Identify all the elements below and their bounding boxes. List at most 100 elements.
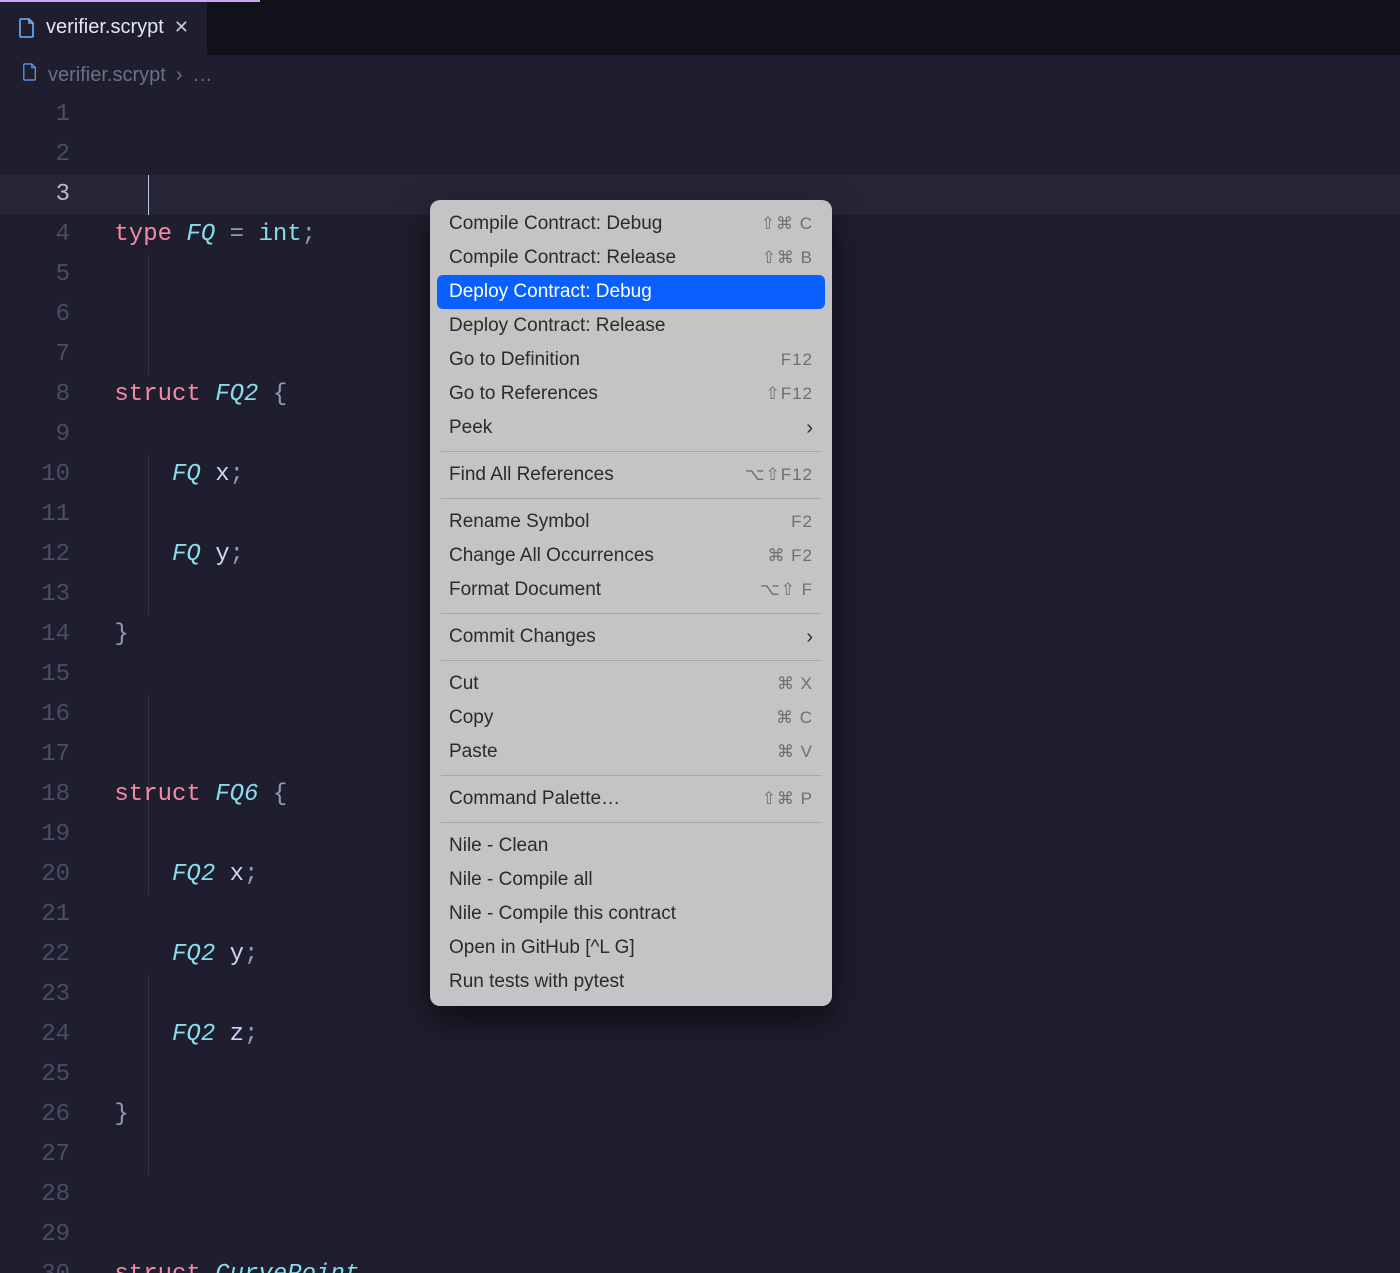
ctx-shortcut: F2	[791, 512, 813, 532]
ctx-format-document[interactable]: Format Document ⌥⇧ F	[437, 573, 825, 607]
keyword: struct	[114, 381, 200, 408]
tab-bar: verifier.scrypt ✕	[0, 0, 1400, 55]
ctx-label: Peek	[449, 417, 492, 439]
ctx-label: Commit Changes	[449, 626, 596, 648]
ctx-compile-contract-debug[interactable]: Compile Contract: Debug ⇧⌘ C	[437, 207, 825, 241]
field: x	[230, 861, 244, 888]
brace: {	[273, 781, 287, 808]
ctx-separator	[441, 498, 821, 499]
ctx-separator	[441, 613, 821, 614]
close-icon[interactable]: ✕	[174, 17, 189, 38]
ctx-label: Open in GitHub [^L G]	[449, 937, 635, 959]
punct: ;	[244, 861, 258, 888]
ctx-copy[interactable]: Copy⌘ C	[437, 701, 825, 735]
type: FQ2	[172, 941, 215, 968]
file-icon	[22, 63, 38, 87]
cursor	[148, 175, 149, 215]
ctx-label: Compile Contract: Release	[449, 247, 676, 269]
type: FQ2	[172, 1021, 215, 1048]
ctx-shortcut: ⌘ V	[777, 742, 813, 762]
ctx-label: Go to References	[449, 383, 598, 405]
type: FQ2	[215, 381, 258, 408]
indent-guide	[148, 455, 149, 615]
punct: ;	[230, 461, 244, 488]
type: FQ	[186, 221, 215, 248]
tab-verifier[interactable]: verifier.scrypt ✕	[0, 0, 207, 55]
indent-guide	[148, 255, 149, 375]
ctx-label: Paste	[449, 741, 498, 763]
ctx-shortcut: ⇧⌘ P	[762, 789, 813, 809]
ctx-go-to-definition[interactable]: Go to Definition F12	[437, 343, 825, 377]
ctx-shortcut: ⌥⇧ F	[760, 580, 813, 600]
breadcrumb-filename: verifier.scrypt	[48, 64, 166, 87]
type: FQ2	[172, 861, 215, 888]
ctx-deploy-contract-debug[interactable]: Deploy Contract: Debug	[437, 275, 825, 309]
ctx-nile-clean[interactable]: Nile - Clean	[437, 829, 825, 863]
ctx-separator	[441, 660, 821, 661]
ctx-shortcut: ⌘ F2	[767, 546, 813, 566]
type: FQ	[172, 461, 201, 488]
ctx-shortcut: ⇧F12	[765, 384, 813, 404]
ctx-separator	[441, 775, 821, 776]
type: FQ6	[215, 781, 258, 808]
ctx-commit-changes[interactable]: Commit Changes ›	[437, 620, 825, 654]
breadcrumb-rest: …	[192, 64, 212, 87]
brace: }	[114, 1101, 128, 1128]
keyword: struct	[114, 781, 200, 808]
ctx-label: Nile - Compile all	[449, 869, 593, 891]
punct: =	[230, 221, 244, 248]
punct: ;	[244, 1021, 258, 1048]
ctx-shortcut: ⇧⌘ B	[762, 248, 813, 268]
ctx-shortcut: ⌘ X	[777, 674, 813, 694]
ctx-label: Deploy Contract: Debug	[449, 281, 652, 303]
ctx-nile-compile-this-contract[interactable]: Nile - Compile this contract	[437, 897, 825, 931]
type: FQ	[172, 541, 201, 568]
indent-guide	[148, 695, 149, 895]
punct: ;	[230, 541, 244, 568]
type: int	[258, 221, 301, 248]
ctx-deploy-contract-release[interactable]: Deploy Contract: Release	[437, 309, 825, 343]
field: y	[215, 541, 229, 568]
ctx-label: Nile - Clean	[449, 835, 548, 857]
brace: }	[114, 621, 128, 648]
tab-filename: verifier.scrypt	[46, 16, 164, 39]
ctx-command-palette[interactable]: Command Palette…⇧⌘ P	[437, 782, 825, 816]
indent-guide	[148, 975, 149, 1175]
ctx-label: Find All References	[449, 464, 614, 486]
field: z	[230, 1021, 244, 1048]
chevron-right-icon: ›	[176, 64, 183, 87]
ctx-separator	[441, 822, 821, 823]
active-tab-accent	[0, 0, 260, 2]
chevron-right-icon: ›	[806, 626, 813, 649]
type: CurvePoint	[215, 1261, 359, 1273]
gutter: 1234567891011121314151617181920212223242…	[0, 95, 100, 1273]
ctx-paste[interactable]: Paste ⌘ V	[437, 735, 825, 769]
ctx-cut[interactable]: Cut⌘ X	[437, 667, 825, 701]
ctx-shortcut: F12	[781, 350, 813, 370]
brace: {	[273, 381, 287, 408]
ctx-label: Nile - Compile this contract	[449, 903, 676, 925]
ctx-compile-contract-release[interactable]: Compile Contract: Release ⇧⌘ B	[437, 241, 825, 275]
field: y	[230, 941, 244, 968]
ctx-shortcut: ⌥⇧F12	[745, 465, 813, 485]
ctx-label: Compile Contract: Debug	[449, 213, 662, 235]
ctx-find-all-references[interactable]: Find All References ⌥⇧F12	[437, 458, 825, 492]
ctx-label: Format Document	[449, 579, 601, 601]
ctx-peek[interactable]: Peek ›	[437, 411, 825, 445]
ctx-nile-compile-all[interactable]: Nile - Compile all	[437, 863, 825, 897]
breadcrumb[interactable]: verifier.scrypt › …	[0, 55, 1400, 95]
ctx-go-to-references[interactable]: Go to References ⇧F12	[437, 377, 825, 411]
chevron-right-icon: ›	[806, 417, 813, 440]
punct: ;	[244, 941, 258, 968]
keyword: type	[114, 221, 172, 248]
ctx-run-tests-with-pytest[interactable]: Run tests with pytest	[437, 965, 825, 999]
context-menu: Compile Contract: Debug⇧⌘ CCompile Contr…	[430, 200, 832, 1006]
keyword: struct	[114, 1261, 200, 1273]
ctx-shortcut: ⇧⌘ C	[761, 214, 813, 234]
file-icon	[18, 18, 36, 38]
ctx-rename-symbol[interactable]: Rename SymbolF2	[437, 505, 825, 539]
ctx-label: Go to Definition	[449, 349, 580, 371]
ctx-open-in-github-l-g[interactable]: Open in GitHub [^L G]	[437, 931, 825, 965]
ctx-change-all-occurrences[interactable]: Change All Occurrences⌘ F2	[437, 539, 825, 573]
editor-window: verifier.scrypt ✕ verifier.scrypt › … 12…	[0, 0, 1400, 1273]
